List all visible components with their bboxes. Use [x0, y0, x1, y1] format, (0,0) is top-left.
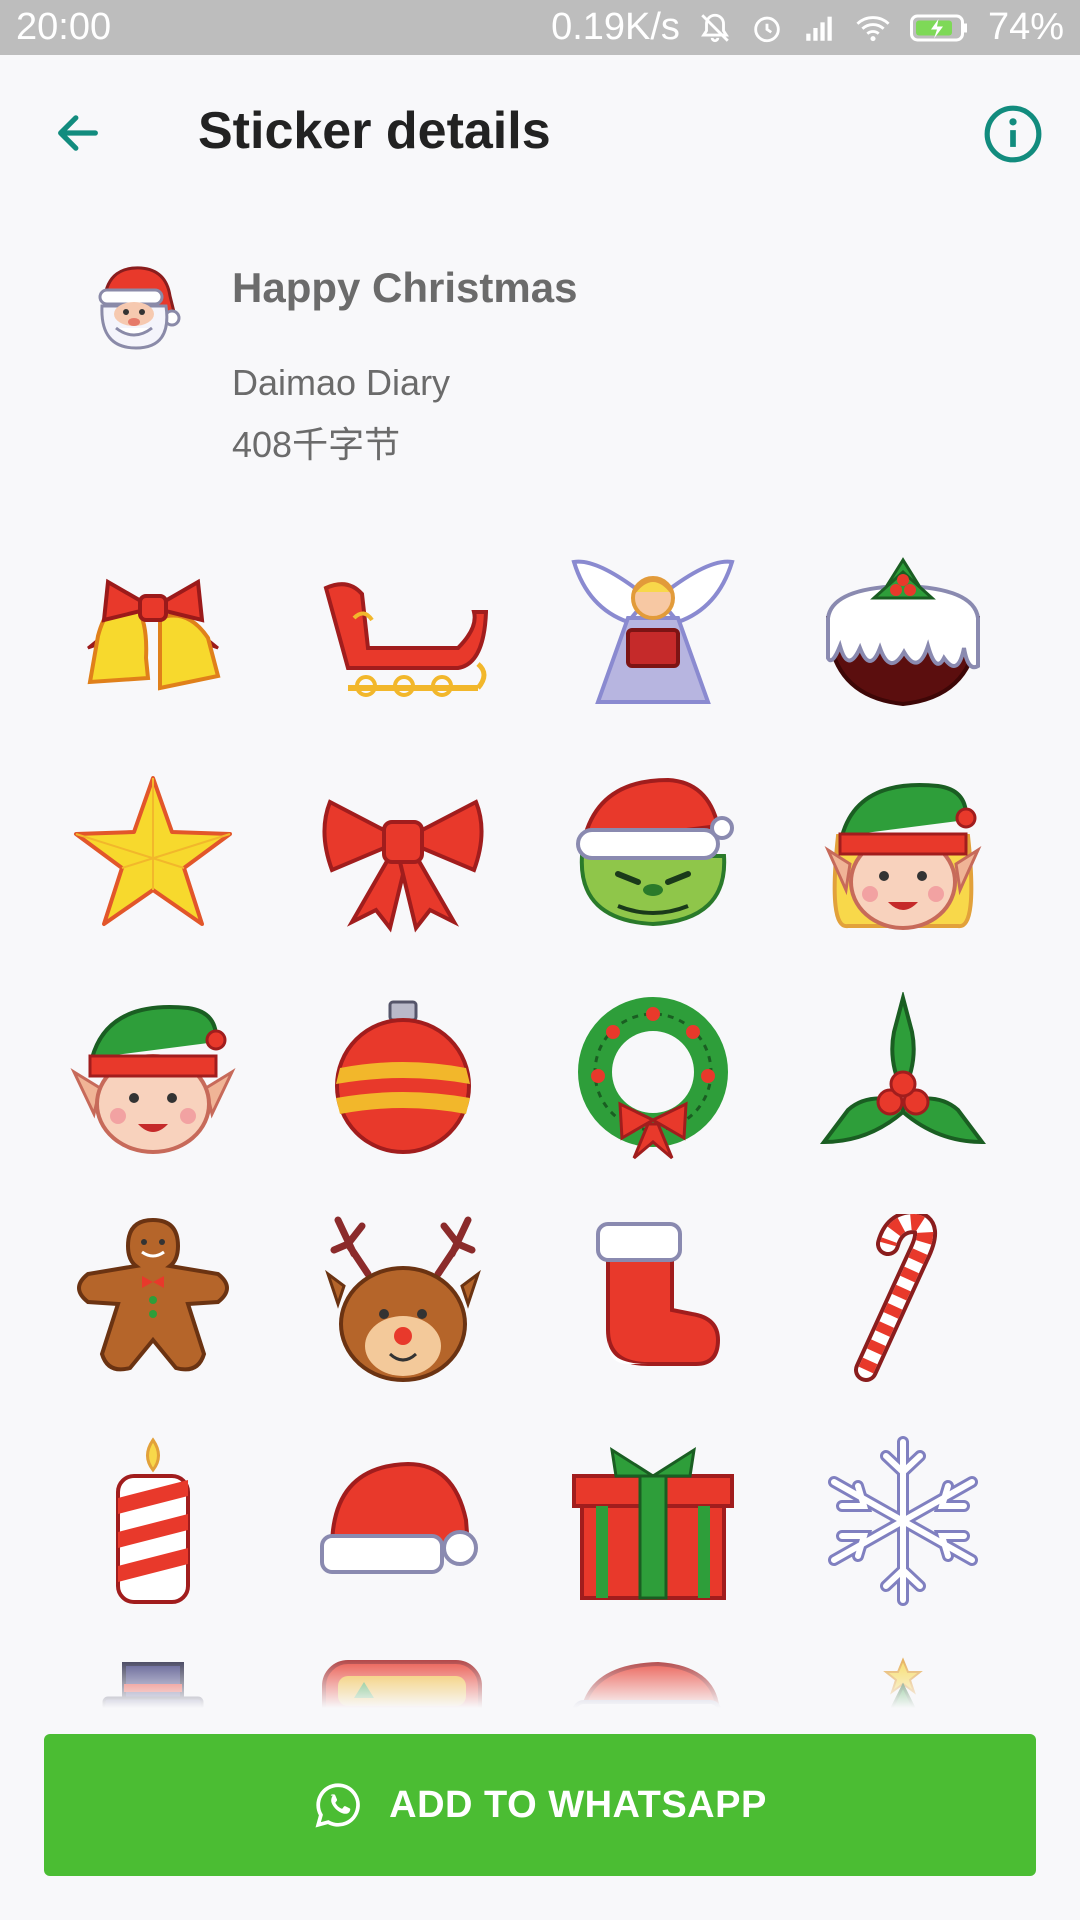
- info-button[interactable]: [982, 103, 1044, 165]
- sticker-red-bow[interactable]: [318, 770, 488, 940]
- sticker-reindeer[interactable]: [318, 1214, 488, 1384]
- pack-header: Happy Christmas Daimao Diary 408千字节: [0, 250, 1080, 480]
- battery-percent: 74%: [987, 6, 1064, 48]
- sticker-gingerbread-man[interactable]: [68, 1214, 238, 1384]
- sticker-christmas-pudding[interactable]: [818, 548, 988, 718]
- sticker-stocking[interactable]: [568, 1214, 738, 1384]
- back-button[interactable]: [48, 103, 108, 163]
- back-arrow-icon: [58, 115, 98, 151]
- add-to-whatsapp-button[interactable]: ADD TO WHATSAPP: [44, 1734, 1036, 1876]
- status-bar: 20:00 0.19K/s 74%: [0, 0, 1080, 55]
- sticker-santa-hat[interactable]: [318, 1436, 488, 1606]
- sticker-grinch-with-santa-hat[interactable]: [568, 770, 738, 940]
- status-time: 20:00: [16, 6, 112, 48]
- add-to-whatsapp-label: ADD TO WHATSAPP: [389, 1783, 767, 1826]
- info-icon: [984, 105, 1042, 163]
- sticker-wreath[interactable]: [568, 992, 738, 1162]
- sticker-candle[interactable]: [68, 1436, 238, 1606]
- sticker-gift-box[interactable]: [568, 1436, 738, 1606]
- sticker-grid: [0, 548, 1080, 1708]
- pack-publisher: Daimao Diary: [232, 362, 451, 403]
- mute-icon: [698, 11, 732, 45]
- signal-icon: [802, 11, 836, 45]
- pack-name: Happy Christmas: [232, 264, 578, 311]
- grid-bottom-fade: [0, 1648, 1080, 1708]
- wifi-icon: [854, 11, 892, 45]
- battery-icon: [909, 13, 970, 43]
- pack-size: 408千字节: [232, 424, 401, 465]
- sticker-angel[interactable]: [568, 548, 738, 718]
- sticker-holly[interactable]: [818, 992, 988, 1162]
- sticker-elf-boy[interactable]: [68, 992, 238, 1162]
- sticker-sleigh[interactable]: [318, 548, 488, 718]
- whatsapp-icon: [315, 1783, 360, 1828]
- sticker-bells[interactable]: [68, 548, 238, 718]
- pack-tray-icon: [86, 256, 186, 356]
- sticker-snowflake[interactable]: [818, 1436, 988, 1606]
- app-bar: Sticker details: [0, 55, 1080, 213]
- sticker-candy-cane[interactable]: [818, 1214, 988, 1384]
- sticker-star[interactable]: [68, 770, 238, 940]
- network-speed: 0.19K/s: [551, 6, 680, 48]
- alarm-icon: [750, 11, 784, 45]
- sticker-red-ornament-ball[interactable]: [318, 992, 488, 1162]
- sticker-elf-girl[interactable]: [818, 770, 988, 940]
- page-title: Sticker details: [198, 102, 551, 160]
